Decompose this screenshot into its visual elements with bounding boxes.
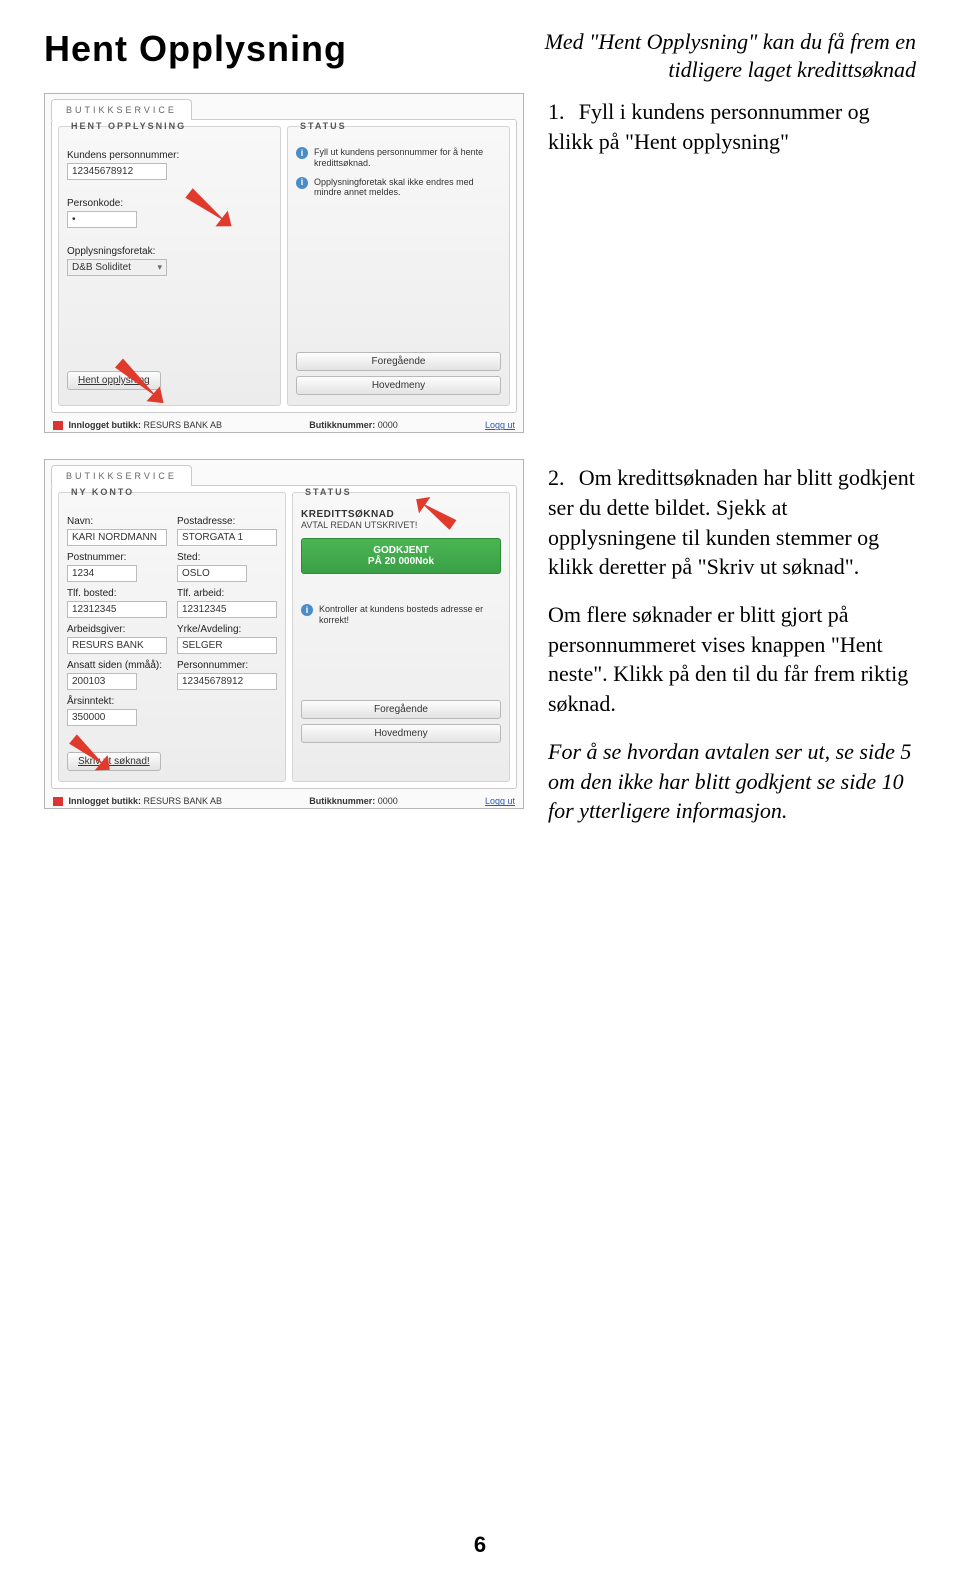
- screenshot-2: BUTIKKSERVICE NY KONTO Navn: KARI NORDMAN…: [44, 459, 524, 809]
- ansatt-label: Ansatt siden (mmåå):: [67, 660, 167, 671]
- step-2-p2: Om flere søknader er blitt gjort på pers…: [548, 600, 916, 719]
- tlf-bosted-input[interactable]: 12312345: [67, 601, 167, 618]
- postnummer-label: Postnummer:: [67, 552, 167, 563]
- info-icon: i: [296, 147, 308, 159]
- step-2: 2.Om kredittsøknaden har blitt godkjent …: [548, 463, 916, 582]
- panel-title-status: STATUS: [301, 487, 501, 497]
- page-number: 6: [474, 1532, 486, 1558]
- panel-title-hent-opplysning: HENT OPPLYSNING: [67, 121, 190, 131]
- screenshot-1: BUTIKKSERVICE HENT OPPLYSNING Kundens pe…: [44, 93, 524, 433]
- step-2-p3: For å se hvordan avtalen ser ut, se side…: [548, 737, 916, 826]
- info-icon: i: [301, 604, 313, 616]
- step-num: 1.: [548, 97, 579, 127]
- step-num: 2.: [548, 463, 579, 493]
- personkode-label: Personkode:: [67, 198, 272, 209]
- panel-title-ny-konto: NY KONTO: [67, 487, 138, 497]
- logout-link[interactable]: Logg ut: [485, 420, 515, 430]
- postadresse-label: Postadresse:: [177, 516, 277, 527]
- yrke-input[interactable]: SELGER: [177, 637, 277, 654]
- arbeidsgiver-input[interactable]: RESURS BANK: [67, 637, 167, 654]
- info-text: Kontroller at kundens bosteds adresse er…: [319, 604, 501, 626]
- foretak-label: Opplysningsforetak:: [67, 246, 272, 257]
- navn-label: Navn:: [67, 516, 167, 527]
- logo-dot-icon: [53, 797, 63, 806]
- foretak-select[interactable]: D&B Soliditet ▾: [67, 259, 167, 276]
- footer-num-label: Butikknummer:: [309, 420, 375, 430]
- info-text-1: Fyll ut kundens personnummer for å hente…: [314, 147, 501, 169]
- postadresse-input[interactable]: STORGATA 1: [177, 529, 277, 546]
- info-text-2: Opplysningforetak skal ikke endres med m…: [314, 177, 501, 199]
- footer-shop: Innlogget butikk: RESURS BANK AB: [53, 420, 222, 430]
- footer-num-value: 0000: [378, 796, 398, 806]
- ansatt-input[interactable]: 200103: [67, 673, 137, 690]
- tlf-arbeid-input[interactable]: 12312345: [177, 601, 277, 618]
- approved-badge: GODKJENT PÅ 20 000Nok: [301, 538, 501, 574]
- foregaaende-button[interactable]: Foregående: [296, 352, 501, 371]
- step-1: 1.Fyll i kundens personnummer og klikk p…: [548, 97, 916, 156]
- arbeidsgiver-label: Arbeidsgiver:: [67, 624, 167, 635]
- hovedmeny-button[interactable]: Hovedmeny: [296, 376, 501, 395]
- foregaaende-button[interactable]: Foregående: [301, 700, 501, 719]
- info-icon: i: [296, 177, 308, 189]
- step-2-p1: Om kredittsøknaden har blitt godkjent se…: [548, 465, 915, 579]
- status-header: KREDITTSØKNAD: [301, 509, 501, 520]
- footer-shop-value: RESURS BANK AB: [144, 420, 223, 430]
- hent-opplysning-button[interactable]: Hent opplysning: [67, 371, 161, 390]
- footer-shopnum: Butikknummer: 0000: [309, 420, 398, 430]
- navn-input[interactable]: KARI NORDMANN: [67, 529, 167, 546]
- hovedmeny-button[interactable]: Hovedmeny: [301, 724, 501, 743]
- approved-l2: PÅ 20 000Nok: [368, 556, 434, 567]
- personnummer-label: Kundens personnummer:: [67, 150, 272, 161]
- logo-dot-icon: [53, 421, 63, 430]
- panel-title-status: STATUS: [296, 121, 501, 131]
- tagline-l2: tidligere laget kredittsøknad: [668, 57, 916, 82]
- sted-input[interactable]: OSLO: [177, 565, 247, 582]
- chevron-down-icon: ▾: [157, 262, 162, 273]
- sted-label: Sted:: [177, 552, 277, 563]
- personnummer-input[interactable]: 12345678912: [177, 673, 277, 690]
- footer-shop-value: RESURS BANK AB: [144, 796, 223, 806]
- status-sub: AVTAL REDAN UTSKRIVET!: [301, 520, 501, 530]
- skriv-ut-soknad-button[interactable]: Skriv ut søknad!: [67, 752, 161, 771]
- step-1-text: Fyll i kundens personnummer og klikk på …: [548, 99, 870, 154]
- yrke-label: Yrke/Avdeling:: [177, 624, 277, 635]
- personkode-input[interactable]: •: [67, 211, 137, 228]
- tlf-bosted-label: Tlf. bosted:: [67, 588, 167, 599]
- approved-l1: GODKJENT: [373, 545, 429, 556]
- logout-link[interactable]: Logg ut: [485, 796, 515, 806]
- footer-shopnum: Butikknummer: 0000: [309, 796, 398, 806]
- foretak-value: D&B Soliditet: [72, 262, 131, 273]
- inntekt-label: Årsinntekt:: [67, 696, 167, 707]
- tagline-l1: Med "Hent Opplysning" kan du få frem en: [545, 29, 916, 54]
- footer-shop-label: Innlogget butikk:: [69, 420, 142, 430]
- tagline: Med "Hent Opplysning" kan du få frem en …: [545, 28, 916, 83]
- personnummer-input[interactable]: 12345678912: [67, 163, 167, 180]
- inntekt-input[interactable]: 350000: [67, 709, 137, 726]
- personnummer-label: Personnummer:: [177, 660, 277, 671]
- footer-num-value: 0000: [378, 420, 398, 430]
- tab-butikkservice[interactable]: BUTIKKSERVICE: [51, 99, 192, 120]
- page-title: Hent Opplysning: [44, 28, 347, 70]
- footer-shop-label: Innlogget butikk:: [69, 796, 142, 806]
- tlf-arbeid-label: Tlf. arbeid:: [177, 588, 277, 599]
- tab-butikkservice[interactable]: BUTIKKSERVICE: [51, 465, 192, 486]
- footer-num-label: Butikknummer:: [309, 796, 375, 806]
- footer-shop: Innlogget butikk: RESURS BANK AB: [53, 796, 222, 806]
- postnummer-input[interactable]: 1234: [67, 565, 137, 582]
